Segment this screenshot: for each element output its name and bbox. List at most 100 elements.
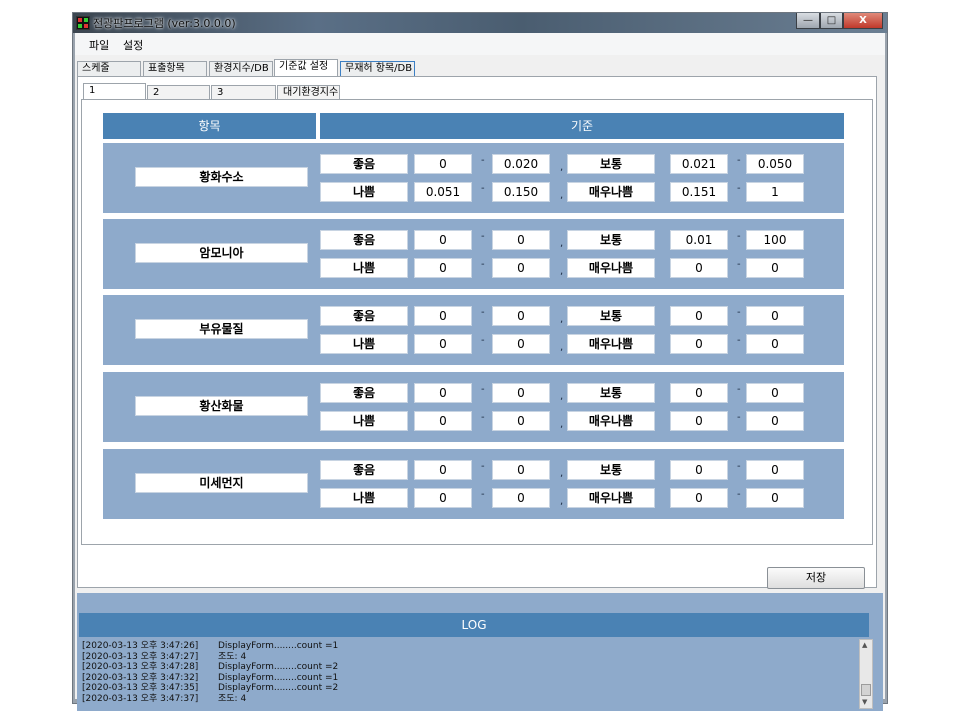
item-name: 암모니아 [135,243,308,263]
range-separator: - [481,183,485,194]
min-value-input[interactable]: 0 [670,411,728,431]
max-value-input[interactable]: 1 [746,182,804,202]
range-separator: - [737,231,741,242]
menu-file[interactable]: 파일 [89,37,109,53]
min-value-input[interactable]: 0 [670,258,728,278]
scroll-up-arrow-icon[interactable]: ▲ [862,641,867,649]
min-value-input[interactable]: 0 [414,460,472,480]
log-message: 조도: 4 [218,651,247,662]
log-entry: [2020-03-13 오후 3:47:37] 조도: 4 [82,694,246,705]
scroll-thumb[interactable] [861,684,871,696]
min-value-input[interactable]: 0 [414,411,472,431]
min-value-input[interactable]: 0 [414,154,472,174]
level-label-good: 좋음 [320,383,408,403]
min-value-input[interactable]: 0 [670,488,728,508]
range-separator: - [737,412,741,423]
min-value-input[interactable]: 0 [670,383,728,403]
range-separator: - [737,183,741,194]
max-value-input[interactable]: 0 [492,460,550,480]
range-separator: - [737,155,741,166]
max-value-input[interactable]: 0 [746,383,804,403]
log-entry: [2020-03-13 오후 3:47:26] DisplayForm......… [82,641,338,652]
criteria-group: 황화수소 좋음 0-0.020, 보통 0.021-0.050 나쁨 0.051-0.150… [103,143,844,213]
level-label-normal: 보통 [567,460,655,480]
range-separator: - [737,489,741,500]
subtab-2[interactable]: 2 [147,85,210,100]
level-label-normal: 보통 [567,230,655,250]
item-name: 황산화물 [135,396,308,416]
tab-criteria-settings[interactable]: 기준값 설정 [274,59,338,77]
min-value-input[interactable]: 0.021 [670,154,728,174]
pair-separator: , [560,419,564,430]
max-value-input[interactable]: 0 [492,334,550,354]
level-label-very-bad: 매우나쁨 [567,488,655,508]
level-label-bad: 나쁨 [320,488,408,508]
log-timestamp: [2020-03-13 오후 3:47:26] [82,641,199,651]
min-value-input[interactable]: 0 [414,383,472,403]
max-value-input[interactable]: 0 [746,306,804,326]
max-value-input[interactable]: 0 [492,383,550,403]
max-value-input[interactable]: 0 [492,488,550,508]
range-separator: - [737,461,741,472]
min-value-input[interactable]: 0.051 [414,182,472,202]
log-timestamp: [2020-03-13 오후 3:47:37] [82,693,199,704]
tab-odor-items-db[interactable]: 무재허 항목/DB [340,61,415,77]
log-entry: [2020-03-13 오후 3:47:32] DisplayForm......… [82,673,338,684]
min-value-input[interactable]: 0.151 [670,182,728,202]
max-value-input[interactable]: 0 [492,306,550,326]
max-value-input[interactable]: 0.020 [492,154,550,174]
max-value-input[interactable]: 0 [746,258,804,278]
log-entry: [2020-03-13 오후 3:47:27] 조도: 4 [82,652,246,663]
tab-schedule[interactable]: 스케줄 [77,61,141,77]
minimize-button[interactable]: — [796,13,820,29]
max-value-input[interactable]: 0.150 [492,182,550,202]
min-value-input[interactable]: 0 [670,306,728,326]
min-value-input[interactable]: 0.01 [670,230,728,250]
max-value-input[interactable]: 0 [492,230,550,250]
subtab-3[interactable]: 3 [211,85,276,100]
title-bar[interactable]: 전광판프로그램 (ver:3.0.0.0) — □ X [73,13,887,33]
min-value-input[interactable]: 0 [414,488,472,508]
save-button[interactable]: 저장 [767,567,865,589]
pair-separator: , [560,190,564,201]
min-value-input[interactable]: 0 [670,334,728,354]
range-separator: - [481,307,485,318]
level-label-very-bad: 매우나쁨 [567,258,655,278]
log-message: DisplayForm........count =2 [218,683,339,693]
close-button[interactable]: X [843,13,883,29]
min-value-input[interactable]: 0 [414,258,472,278]
log-scrollbar[interactable]: ▲ ▼ [859,639,873,709]
log-entry: [2020-03-13 오후 3:47:35] DisplayForm......… [82,683,338,694]
max-value-input[interactable]: 0 [746,334,804,354]
max-value-input[interactable]: 0 [746,411,804,431]
menu-settings[interactable]: 설정 [123,37,143,53]
max-value-input[interactable]: 0.050 [746,154,804,174]
main-tab-strip: 스케줄 표출항목 환경지수/DB 기준값 설정 무재허 항목/DB [75,59,885,77]
range-separator: - [481,412,485,423]
min-value-input[interactable]: 0 [670,460,728,480]
min-value-input[interactable]: 0 [414,334,472,354]
pair-separator: , [560,314,564,325]
client-area: 파일 설정 스케줄 표출항목 환경지수/DB 기준값 설정 무재허 항목/DB … [75,33,885,711]
max-value-input[interactable]: 0 [492,258,550,278]
log-message: DisplayForm........count =1 [218,641,339,651]
log-timestamp: [2020-03-13 오후 3:47:28] [82,662,199,672]
subtab-1[interactable]: 1 [83,83,146,100]
range-separator: - [737,259,741,270]
max-value-input[interactable]: 100 [746,230,804,250]
log-message: 조도: 4 [218,693,247,704]
log-timestamp: [2020-03-13 오후 3:47:27] [82,651,199,662]
scroll-down-arrow-icon[interactable]: ▼ [862,698,867,706]
log-area: LOG [2020-03-13 오후 3:47:26] DisplayForm..… [77,593,883,711]
max-value-input[interactable]: 0 [746,460,804,480]
tab-display-items[interactable]: 표출항목 [143,61,207,77]
tab-env-index-db[interactable]: 환경지수/DB [209,61,273,77]
max-value-input[interactable]: 0 [492,411,550,431]
min-value-input[interactable]: 0 [414,230,472,250]
maximize-button[interactable]: □ [820,13,843,29]
log-list[interactable]: [2020-03-13 오후 3:47:26] DisplayForm......… [79,639,869,709]
min-value-input[interactable]: 0 [414,306,472,326]
subtab-air-quality-index[interactable]: 대기환경지수 [277,85,340,100]
max-value-input[interactable]: 0 [746,488,804,508]
range-separator: - [481,461,485,472]
